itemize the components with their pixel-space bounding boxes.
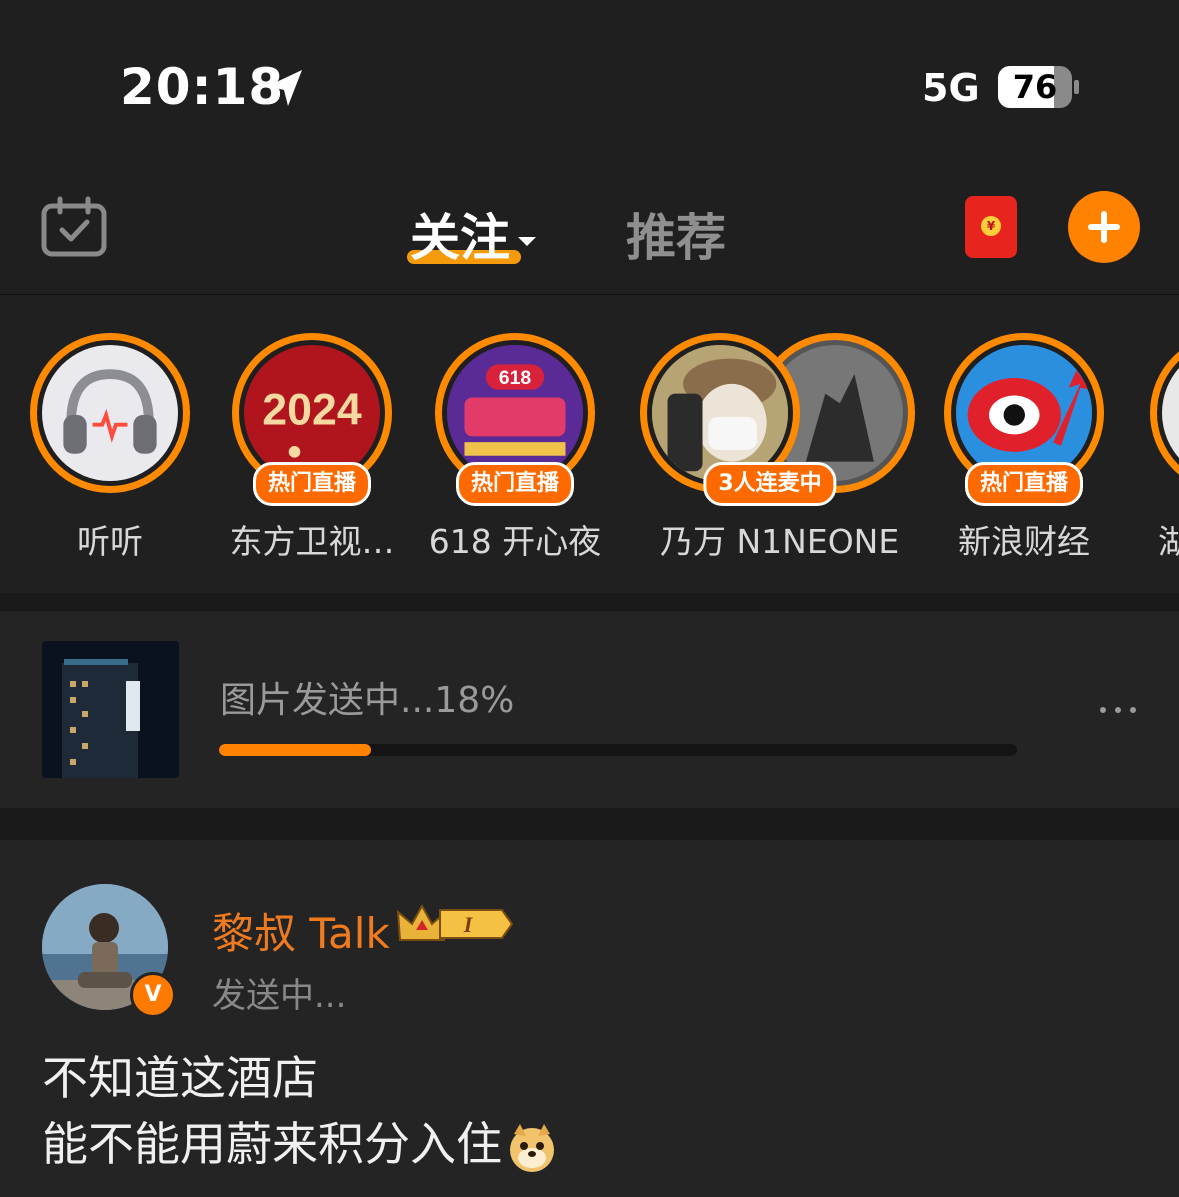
- divider: [0, 808, 1179, 840]
- divider: [0, 593, 1179, 611]
- add-post-button[interactable]: [1068, 191, 1140, 263]
- live-item-name: 东方卫视…: [229, 522, 395, 561]
- post-body: 不知道这酒店 能不能用蔚来积分入住: [42, 1045, 558, 1177]
- level-badge-text: I: [463, 912, 474, 937]
- verified-badge: V: [130, 972, 176, 1018]
- top-navigation: 关注 推荐 ¥: [0, 170, 1179, 295]
- upload-progress-bar: [219, 744, 1017, 756]
- live-item-name: 618 开心夜: [428, 522, 602, 561]
- live-item[interactable]: 听听: [0, 331, 220, 571]
- headphones-icon: [63, 369, 157, 454]
- tab-following-label: 关注: [410, 209, 510, 267]
- feed-post: V 黎叔 Talk I 发送中... 不知道这酒店 能不能用蔚来积分入住: [0, 840, 1179, 1197]
- upload-status-text: 图片发送中...18%: [220, 680, 515, 721]
- sina-finance-logo: [956, 345, 1092, 481]
- vip-crown-icon: I: [396, 903, 514, 941]
- svg-text:618: 618: [499, 367, 532, 389]
- live-item[interactable]: 2024 热门直播 东方卫视…: [202, 331, 422, 571]
- live-badge: 热门直播: [252, 462, 372, 506]
- author-name[interactable]: 黎叔 Talk: [212, 900, 390, 961]
- live-stories-row: 听听 2024 热门直播 东方卫视… 618 热门直播 618 开心夜 3人连麦…: [0, 295, 1179, 593]
- status-bar: 20:18 5G 76: [0, 0, 1179, 170]
- 618-event-logo: 618: [447, 345, 583, 481]
- svg-text:2024: 2024: [262, 386, 362, 435]
- post-text-line: 能不能用蔚来积分入住: [42, 1117, 502, 1171]
- tab-recommended[interactable]: 推荐: [626, 198, 726, 270]
- more-options-icon[interactable]: [1098, 707, 1138, 717]
- live-item[interactable]: 湖: [1120, 331, 1179, 571]
- post-sending-status: 发送中...: [212, 976, 347, 1016]
- host-avatar: [652, 345, 788, 481]
- doge-emoji-icon: [510, 1123, 554, 1172]
- chevron-down-icon: [518, 237, 536, 246]
- battery-indicator: 76: [998, 66, 1079, 108]
- battery-level-text: 76: [1012, 68, 1058, 106]
- status-time: 20:18: [120, 58, 285, 116]
- post-text-line: 不知道这酒店: [42, 1051, 318, 1105]
- upload-progress-card: 图片发送中...18%: [0, 611, 1179, 808]
- live-badge: 热门直播: [455, 462, 575, 506]
- live-item-name: 新浪财经: [958, 522, 1090, 561]
- calendar-check-icon[interactable]: [40, 196, 108, 258]
- dragon-tv-logo: 2024: [262, 386, 362, 458]
- red-packet-icon[interactable]: ¥: [965, 196, 1017, 258]
- location-arrow-icon: [268, 70, 302, 106]
- live-item[interactable]: 3人连麦中 乃万 N1NEONE: [640, 331, 915, 571]
- live-item-name: 湖: [1158, 522, 1179, 561]
- live-item[interactable]: 618 热门直播 618 开心夜: [405, 331, 625, 571]
- network-type: 5G: [922, 66, 980, 110]
- live-item-name: 乃万 N1NEONE: [660, 522, 900, 561]
- live-badge: 热门直播: [964, 462, 1084, 506]
- upload-thumbnail: [42, 641, 179, 778]
- tab-following[interactable]: 关注: [410, 198, 536, 270]
- live-badge: 3人连麦中: [703, 462, 837, 506]
- live-item[interactable]: 热门直播 新浪财经: [914, 331, 1134, 571]
- live-item-name: 听听: [77, 522, 143, 561]
